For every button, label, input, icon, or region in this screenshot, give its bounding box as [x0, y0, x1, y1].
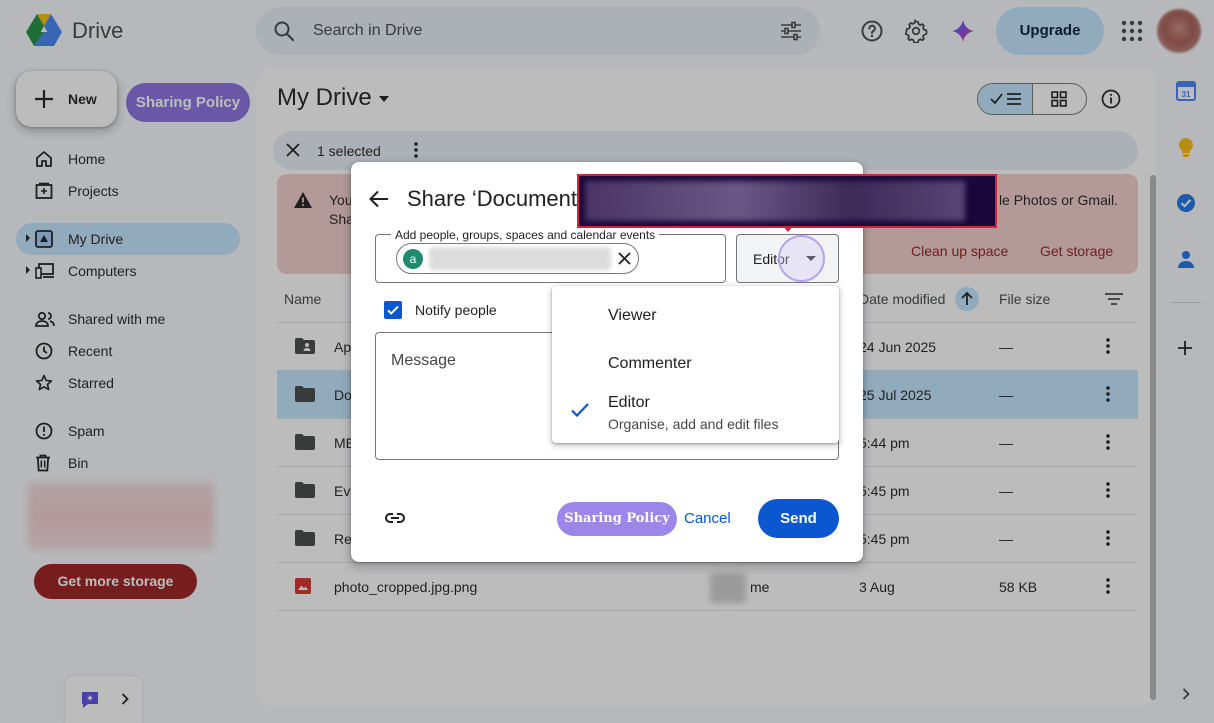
- focus-ring: [778, 235, 825, 282]
- dialog-title: Share ‘Document: [407, 186, 577, 211]
- sharing-policy-button[interactable]: Sharing Policy: [557, 502, 677, 536]
- notify-people-checkbox[interactable]: [384, 301, 402, 319]
- tooltip-pointer: [783, 226, 793, 232]
- copy-link-icon[interactable]: [384, 507, 406, 529]
- send-button[interactable]: Send: [758, 499, 839, 538]
- notify-people-label[interactable]: Notify people: [415, 302, 497, 318]
- message-placeholder: Message: [391, 352, 456, 369]
- remove-chip-icon[interactable]: [618, 252, 631, 265]
- menu-item-commenter[interactable]: Commenter: [608, 355, 692, 373]
- menu-item-editor[interactable]: Editor: [608, 394, 650, 412]
- menu-item-description: Organise, add and edit files: [608, 416, 779, 432]
- recipient-email-redacted: [429, 247, 611, 270]
- menu-item-viewer[interactable]: Viewer: [608, 307, 657, 325]
- cancel-button[interactable]: Cancel: [684, 510, 731, 527]
- check-icon: [570, 402, 590, 418]
- redacted-tooltip: [577, 174, 997, 228]
- add-people-label: Add people, groups, spaces and calendar …: [391, 228, 660, 242]
- back-arrow-icon[interactable]: [368, 188, 390, 210]
- recipient-avatar: a: [403, 249, 423, 269]
- recipient-chip[interactable]: a: [396, 243, 639, 274]
- role-menu: Viewer Commenter Editor Organise, add an…: [552, 286, 839, 443]
